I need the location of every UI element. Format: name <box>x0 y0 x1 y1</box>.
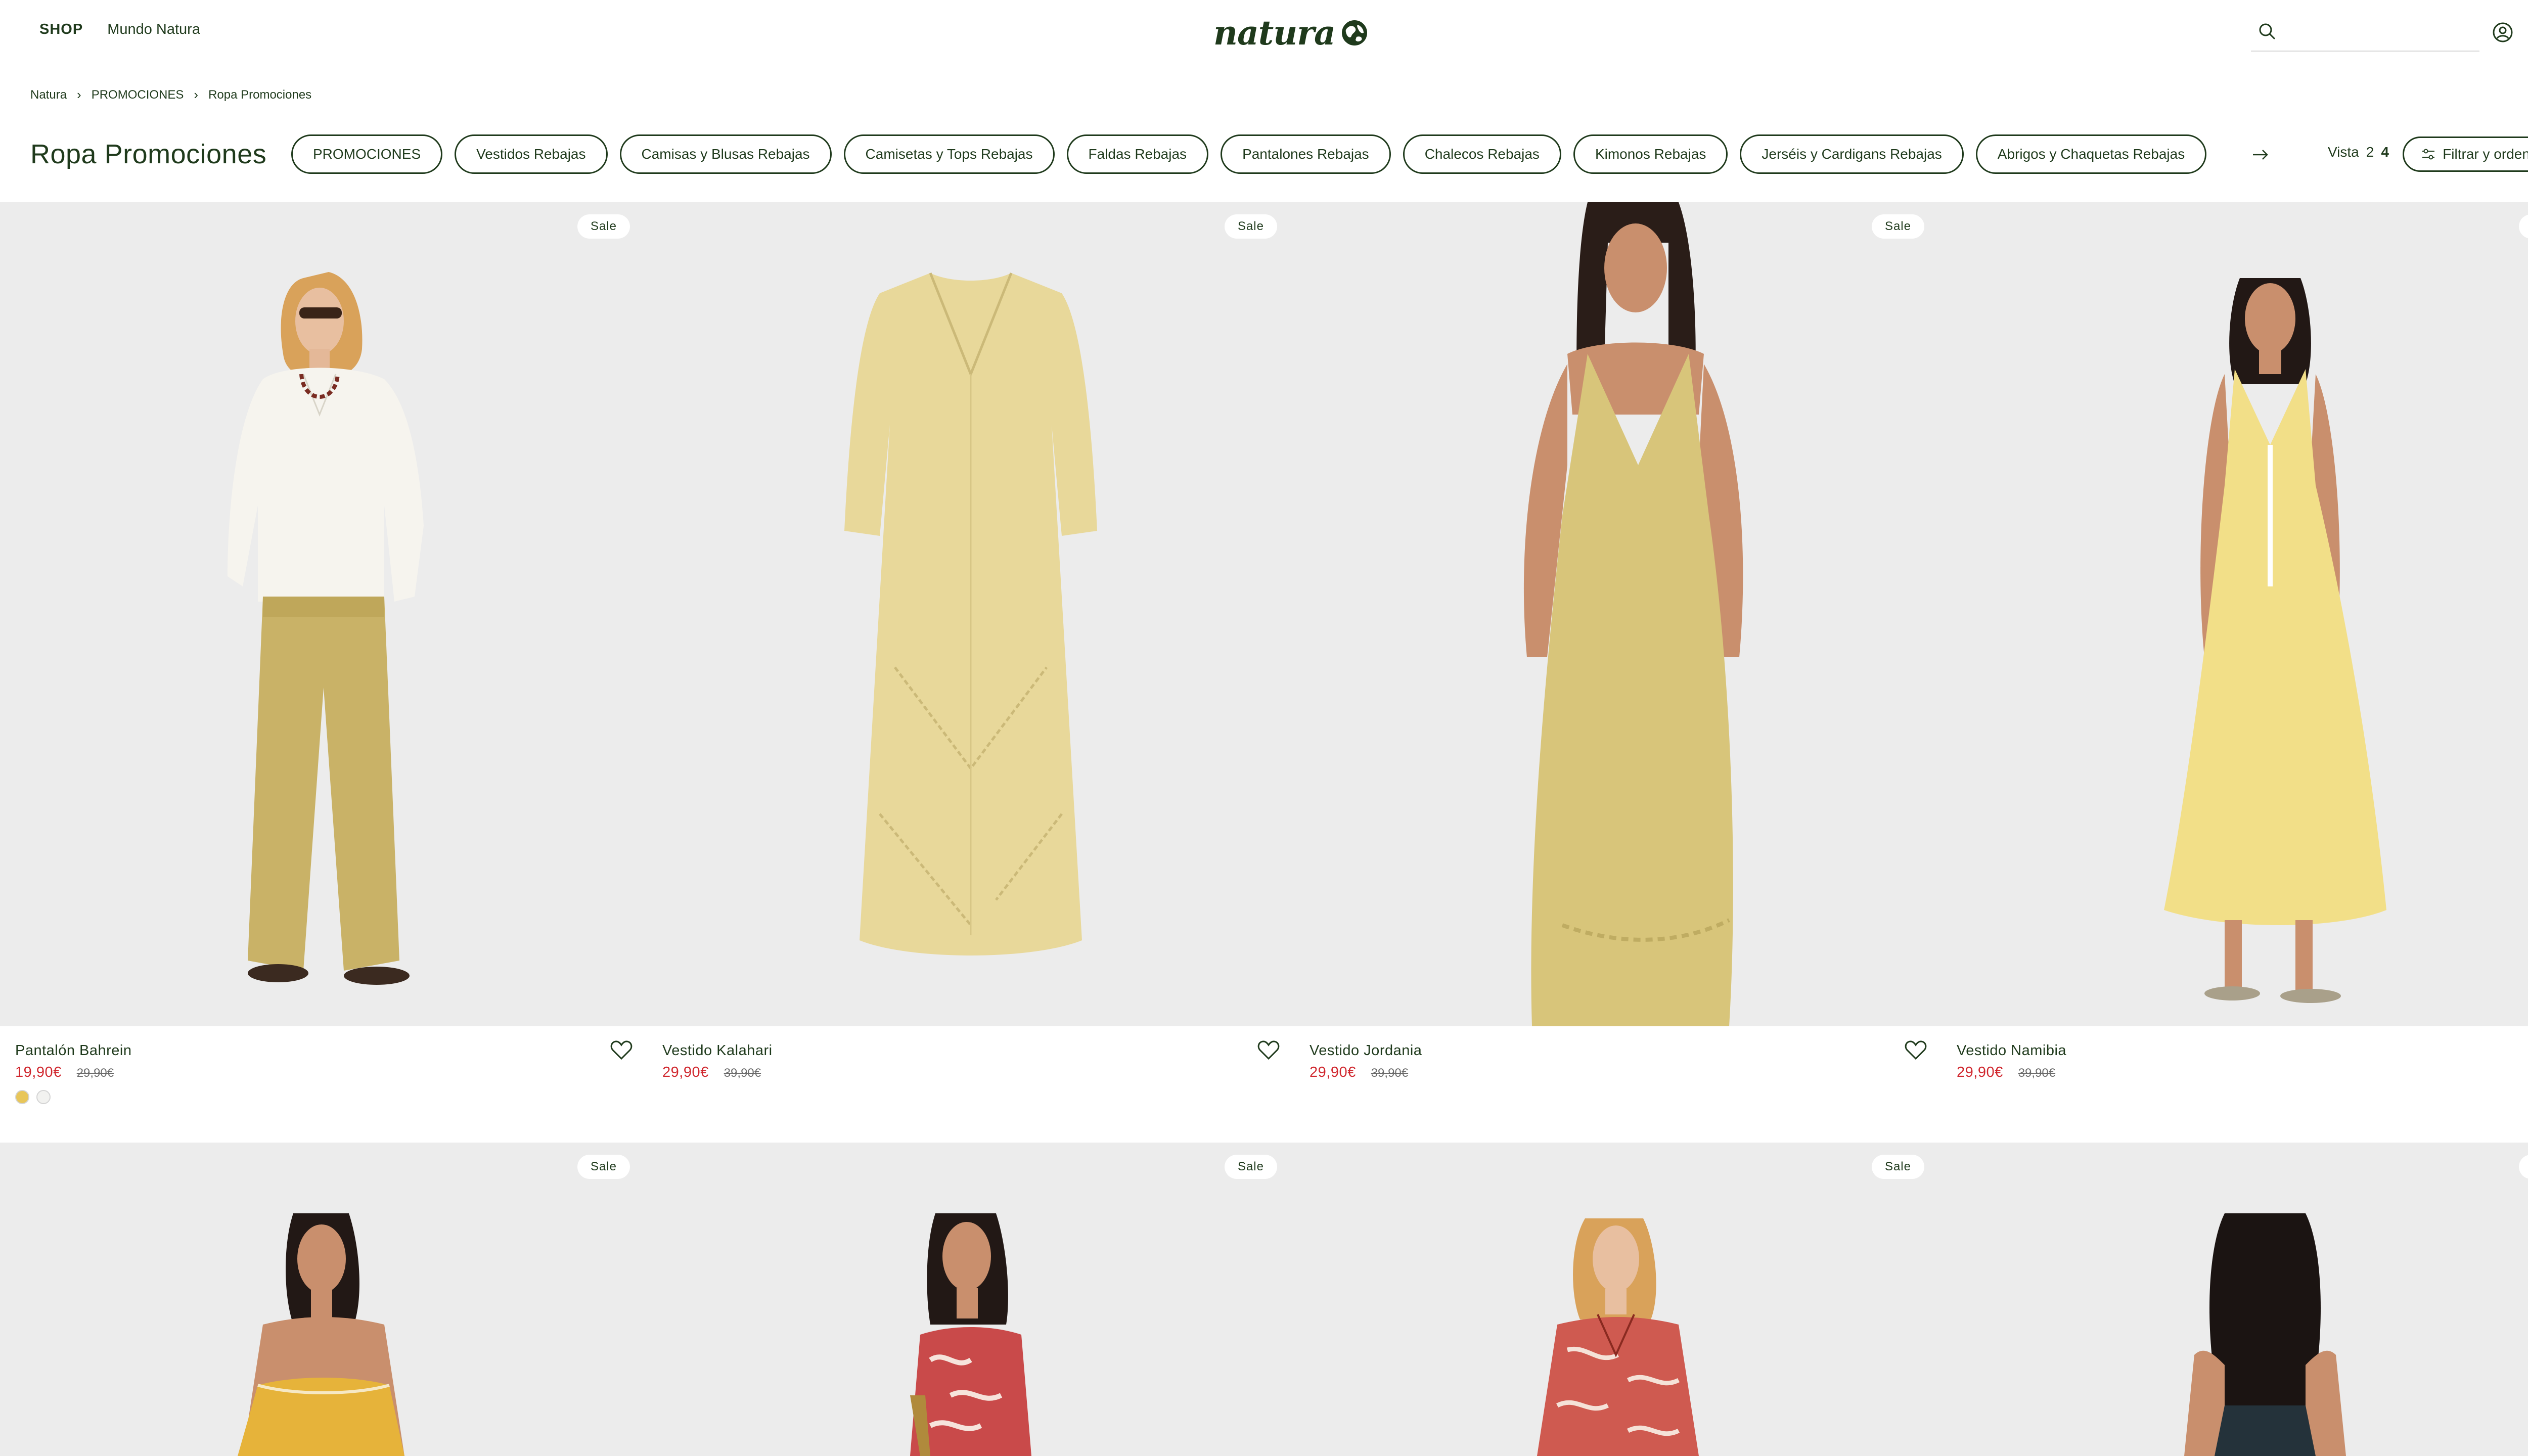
product-image[interactable]: Sale <box>0 202 647 1026</box>
product-card[interactable]: Sale <box>647 1143 1294 1456</box>
view-label: Vista <box>2328 144 2359 160</box>
chip-chalecos[interactable]: Chalecos Rebajas <box>1403 134 1561 174</box>
model-photo <box>2164 278 2386 1003</box>
product-card[interactable]: Sale <box>0 1143 647 1456</box>
model-photo <box>1537 1218 1699 1456</box>
chip-camisas-blusas[interactable]: Camisas y Blusas Rebajas <box>619 134 832 174</box>
sale-badge: Sale <box>577 1155 630 1179</box>
sale-badge: Sale <box>1871 214 1924 239</box>
chevron-right-icon: › <box>194 87 199 102</box>
product-card[interactable]: Sale Vestido Namibia 29,90€ 39, <box>1942 202 2528 1143</box>
sale-price: 29,90€ <box>1310 1064 1356 1080</box>
chip-pantalones[interactable]: Pantalones Rebajas <box>1221 134 1391 174</box>
sale-badge: Sale <box>1224 1155 1277 1179</box>
original-price: 39,90€ <box>724 1066 761 1080</box>
sale-price: 19,90€ <box>15 1064 62 1080</box>
product-card[interactable]: Sale <box>0 202 647 1143</box>
model-photo <box>2184 1213 2346 1456</box>
product-card[interactable]: Sale <box>1294 1143 1942 1456</box>
product-card[interactable]: Sale <box>1942 1143 2528 1456</box>
chip-abrigos-chaquetas[interactable]: Abrigos y Chaquetas Rebajas <box>1975 134 2207 174</box>
nav-mundo-natura-link[interactable]: Mundo Natura <box>107 21 200 38</box>
dress-photo <box>844 272 1097 956</box>
chip-faldas[interactable]: Faldas Rebajas <box>1066 134 1209 174</box>
color-swatch-yellow[interactable] <box>15 1090 29 1104</box>
sale-badge: Sale <box>1871 1155 1924 1179</box>
chip-jerseis-cardigans[interactable]: Jerséis y Cardigans Rebajas <box>1740 134 1964 174</box>
product-card[interactable]: Sale Vestido Kalahari 29,90€ 39,90€ <box>647 202 1294 1143</box>
sale-badge: Sale <box>577 214 630 239</box>
main-nav: SHOP Mundo Natura <box>39 21 200 38</box>
nav-shop-link[interactable]: SHOP <box>39 21 83 38</box>
product-name[interactable]: Vestido Jordania <box>1310 1042 1926 1059</box>
arrow-right-icon[interactable] <box>2249 144 2271 166</box>
natura-logo[interactable]: natura <box>1213 11 1369 55</box>
shopping-bag-icon[interactable] <box>2525 20 2528 42</box>
product-prices: 19,90€ 29,90€ <box>15 1064 632 1081</box>
logo-wordmark: natura <box>1213 13 1336 53</box>
product-image[interactable]: Sale <box>1294 202 1942 1026</box>
original-price: 39,90€ <box>2018 1066 2056 1080</box>
chip-camisetas-tops[interactable]: Camisetas y Tops Rebajas <box>843 134 1055 174</box>
model-photo <box>228 272 424 985</box>
sale-badge: Sale <box>1224 214 1277 239</box>
search-box[interactable] <box>2251 15 2479 52</box>
product-name[interactable]: Vestido Namibia <box>1957 1042 2528 1059</box>
search-icon[interactable] <box>2257 21 2277 41</box>
original-price: 39,90€ <box>1371 1066 1409 1080</box>
product-image[interactable]: Sale <box>647 202 1294 1026</box>
breadcrumb-natura[interactable]: Natura <box>30 88 67 102</box>
sale-price: 29,90€ <box>1957 1064 2003 1080</box>
product-info: Vestido Kalahari 29,90€ 39,90€ <box>662 1042 1279 1081</box>
product-name[interactable]: Vestido Kalahari <box>662 1042 1279 1059</box>
product-info: Vestido Namibia 29,90€ 39,90€ <box>1957 1042 2528 1081</box>
chip-vestidos[interactable]: Vestidos Rebajas <box>455 134 608 174</box>
category-chips: PROMOCIONES Vestidos Rebajas Camisas y B… <box>291 134 2207 174</box>
breadcrumb: Natura › PROMOCIONES › Ropa Promociones <box>30 87 311 103</box>
color-swatches <box>15 1090 632 1104</box>
product-image[interactable]: Sale <box>1942 202 2528 1026</box>
model-photo <box>1523 202 1743 1026</box>
account-icon[interactable] <box>2492 21 2514 43</box>
filter-sort-label: Filtrar y ordenar <box>2443 146 2528 162</box>
search-input[interactable] <box>2281 19 2473 44</box>
view-option-4[interactable]: 4 <box>2381 144 2389 160</box>
product-prices: 29,90€ 39,90€ <box>662 1064 1279 1081</box>
filter-sort-button[interactable]: Filtrar y ordenar <box>2403 136 2528 172</box>
sale-price: 29,90€ <box>662 1064 709 1080</box>
sliders-icon <box>2422 149 2435 160</box>
model-photo <box>910 1213 1031 1456</box>
product-info: Vestido Jordania 29,90€ 39,90€ <box>1310 1042 1926 1081</box>
original-price: 29,90€ <box>76 1066 114 1080</box>
breadcrumb-promociones[interactable]: PROMOCIONES <box>92 88 184 102</box>
site-header: SHOP Mundo Natura natura <box>0 0 2528 66</box>
product-grid-row-2: Sale Sale Sale <box>0 1143 2528 1456</box>
chevron-right-icon: › <box>77 87 81 102</box>
product-card[interactable]: Sale Vestido Jordania 29,90€ 39,90€ <box>1294 202 1942 1143</box>
product-info: Pantalón Bahrein 19,90€ 29,90€ <box>15 1042 632 1104</box>
model-photo <box>238 1213 404 1456</box>
view-switcher: Vista 2 4 <box>2328 144 2389 160</box>
breadcrumb-current: Ropa Promociones <box>208 87 312 102</box>
view-option-2[interactable]: 2 <box>2366 144 2374 160</box>
product-prices: 29,90€ 39,90€ <box>1957 1064 2528 1081</box>
chip-kimonos[interactable]: Kimonos Rebajas <box>1573 134 1728 174</box>
page-title: Ropa Promociones <box>30 139 267 169</box>
product-name[interactable]: Pantalón Bahrein <box>15 1042 632 1059</box>
product-prices: 29,90€ 39,90€ <box>1310 1064 1926 1081</box>
globe-icon <box>1341 20 1367 46</box>
color-swatch-white[interactable] <box>36 1090 51 1104</box>
chip-promociones[interactable]: PROMOCIONES <box>291 134 443 174</box>
product-grid: Sale Pantalón Bahrein 19,90€ 29,90€ Sale… <box>0 202 2528 1143</box>
